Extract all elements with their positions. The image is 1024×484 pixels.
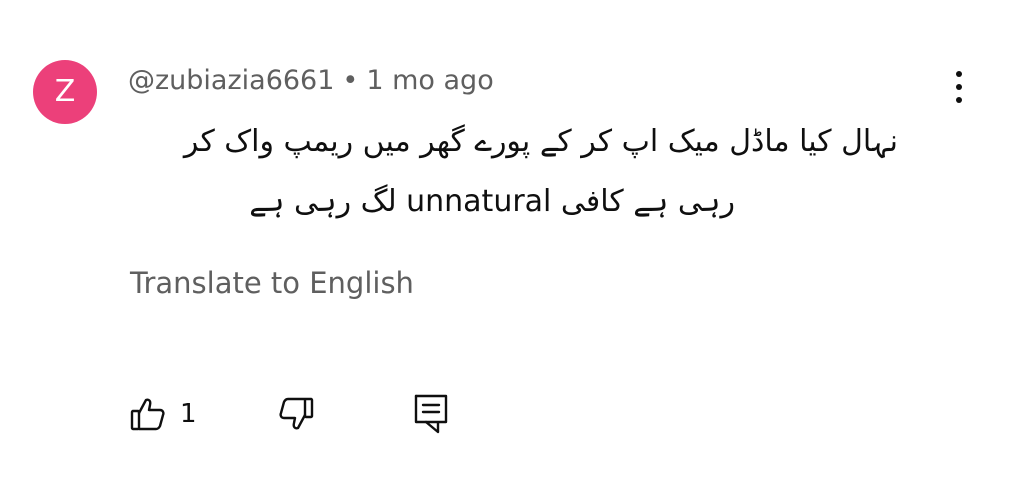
avatar[interactable]: Z [33,60,97,124]
comment-text-line: رہی ہے کافی unnatural لگ رہی ہے [249,184,735,219]
timestamp: 1 mo ago [366,64,494,96]
more-vertical-icon-dot [956,84,962,90]
separator-dot: • [342,64,359,96]
like-count: 1 [180,399,197,429]
comment-thread-item: Z @zubiazia6661 • 1 mo ago نہال کیا ماڈل… [0,0,1024,484]
like-button[interactable]: 1 [128,392,197,436]
comment-text: نہال کیا ماڈل میک اپ کر کے پورے گھر میں … [128,112,898,232]
username[interactable]: @zubiazia6661 [128,65,334,96]
more-vertical-icon-dot [956,71,962,77]
translate-link[interactable]: Translate to English [130,266,414,300]
thumbs-down-icon [276,394,316,434]
reply-comment-icon [412,392,452,436]
dislike-button[interactable] [276,392,316,436]
comment-text-line: نہال کیا ماڈل میک اپ کر کے پورے گھر میں … [183,124,898,159]
reply-button[interactable] [412,392,452,436]
more-options-button[interactable] [944,68,974,108]
more-vertical-icon-dot [956,97,962,103]
comment-header: @zubiazia6661 • 1 mo ago [128,60,494,100]
thumbs-up-icon [128,394,168,434]
